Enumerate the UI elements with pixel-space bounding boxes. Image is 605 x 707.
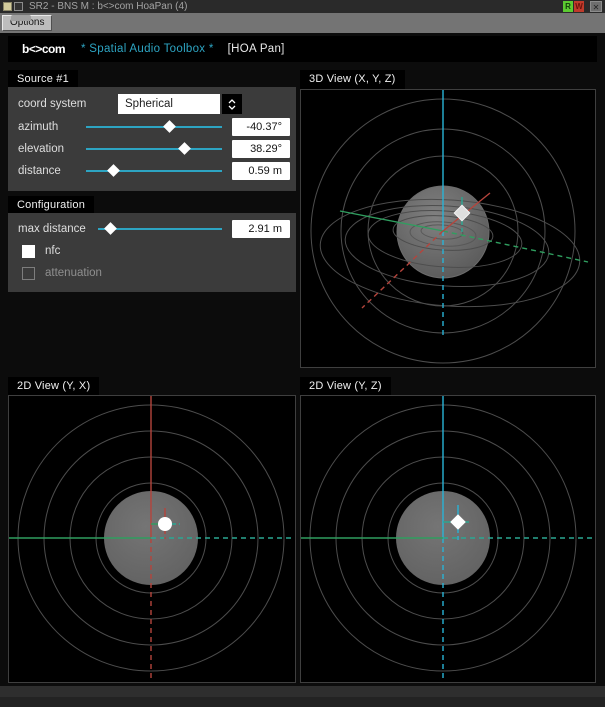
distance-value-field[interactable]: 0.59 m bbox=[232, 162, 290, 180]
app-title: * Spatial Audio Toolbox * bbox=[81, 43, 214, 55]
view-yx-title: 2D View (Y, X) bbox=[8, 377, 99, 396]
titlebar-checkbox-light[interactable] bbox=[3, 2, 12, 11]
footer-lower-strip bbox=[0, 697, 605, 707]
max-distance-label: max distance bbox=[18, 223, 86, 235]
max-distance-slider-thumb[interactable] bbox=[104, 222, 117, 235]
write-badge[interactable]: W bbox=[574, 1, 584, 12]
elevation-value-field[interactable]: 38.29° bbox=[232, 140, 290, 158]
distance-slider-thumb[interactable] bbox=[107, 164, 120, 177]
azimuth-label: azimuth bbox=[18, 121, 74, 133]
titlebar-checkbox-dark[interactable] bbox=[14, 2, 23, 11]
view-yz[interactable] bbox=[300, 395, 596, 683]
attenuation-checkbox bbox=[22, 267, 35, 280]
coord-system-dropdown-button[interactable] bbox=[222, 94, 242, 114]
elevation-slider[interactable] bbox=[86, 141, 222, 157]
coord-system-label: coord system bbox=[18, 98, 106, 110]
nfc-checkbox[interactable] bbox=[22, 245, 35, 258]
elevation-slider-track[interactable] bbox=[86, 148, 222, 150]
window-title: SR2 - BNS M : b<>com HoaPan (4) bbox=[29, 0, 187, 13]
configuration-panel: max distance 2.91 m nfc attenuation bbox=[8, 213, 296, 292]
distance-slider[interactable] bbox=[86, 163, 222, 179]
azimuth-value-field[interactable]: -40.37° bbox=[232, 118, 290, 136]
azimuth-slider-thumb[interactable] bbox=[163, 120, 176, 133]
plugin-surface: b<>com * Spatial Audio Toolbox * [HOA Pa… bbox=[0, 33, 605, 686]
max-distance-slider[interactable] bbox=[98, 221, 222, 237]
elevation-label: elevation bbox=[18, 143, 74, 155]
options-bar: Options bbox=[0, 13, 605, 33]
chevron-up-down-icon bbox=[227, 98, 237, 111]
attenuation-label: attenuation bbox=[45, 267, 102, 279]
max-distance-value-field[interactable]: 2.91 m bbox=[232, 220, 290, 238]
view-3d-title: 3D View (X, Y, Z) bbox=[300, 70, 405, 89]
elevation-slider-thumb[interactable] bbox=[178, 142, 191, 155]
source-panel: coord system Spherical azimuth -40.37° e… bbox=[8, 87, 296, 191]
distance-label: distance bbox=[18, 165, 74, 177]
view-3d-scene[interactable] bbox=[301, 90, 595, 367]
footer-button-partial[interactable] bbox=[11, 15, 31, 21]
coord-system-select[interactable]: Spherical bbox=[118, 94, 220, 114]
view-3d[interactable] bbox=[300, 89, 596, 368]
view-yz-scene[interactable] bbox=[301, 396, 595, 682]
bcom-logo: b<>com bbox=[22, 42, 65, 56]
window-footer bbox=[0, 686, 605, 707]
window-titlebar[interactable]: SR2 - BNS M : b<>com HoaPan (4) R W ✕ bbox=[0, 0, 605, 13]
view-yx-scene[interactable] bbox=[9, 396, 295, 682]
plugin-header: b<>com * Spatial Audio Toolbox * [HOA Pa… bbox=[8, 36, 597, 62]
azimuth-slider-track[interactable] bbox=[86, 126, 222, 128]
read-badge[interactable]: R bbox=[563, 1, 573, 12]
view-yz-title: 2D View (Y, Z) bbox=[300, 377, 391, 396]
close-icon[interactable]: ✕ bbox=[590, 1, 602, 12]
azimuth-slider[interactable] bbox=[86, 119, 222, 135]
plugin-name: [HOA Pan] bbox=[228, 43, 285, 55]
nfc-label: nfc bbox=[45, 245, 60, 257]
view-yx[interactable] bbox=[8, 395, 296, 683]
